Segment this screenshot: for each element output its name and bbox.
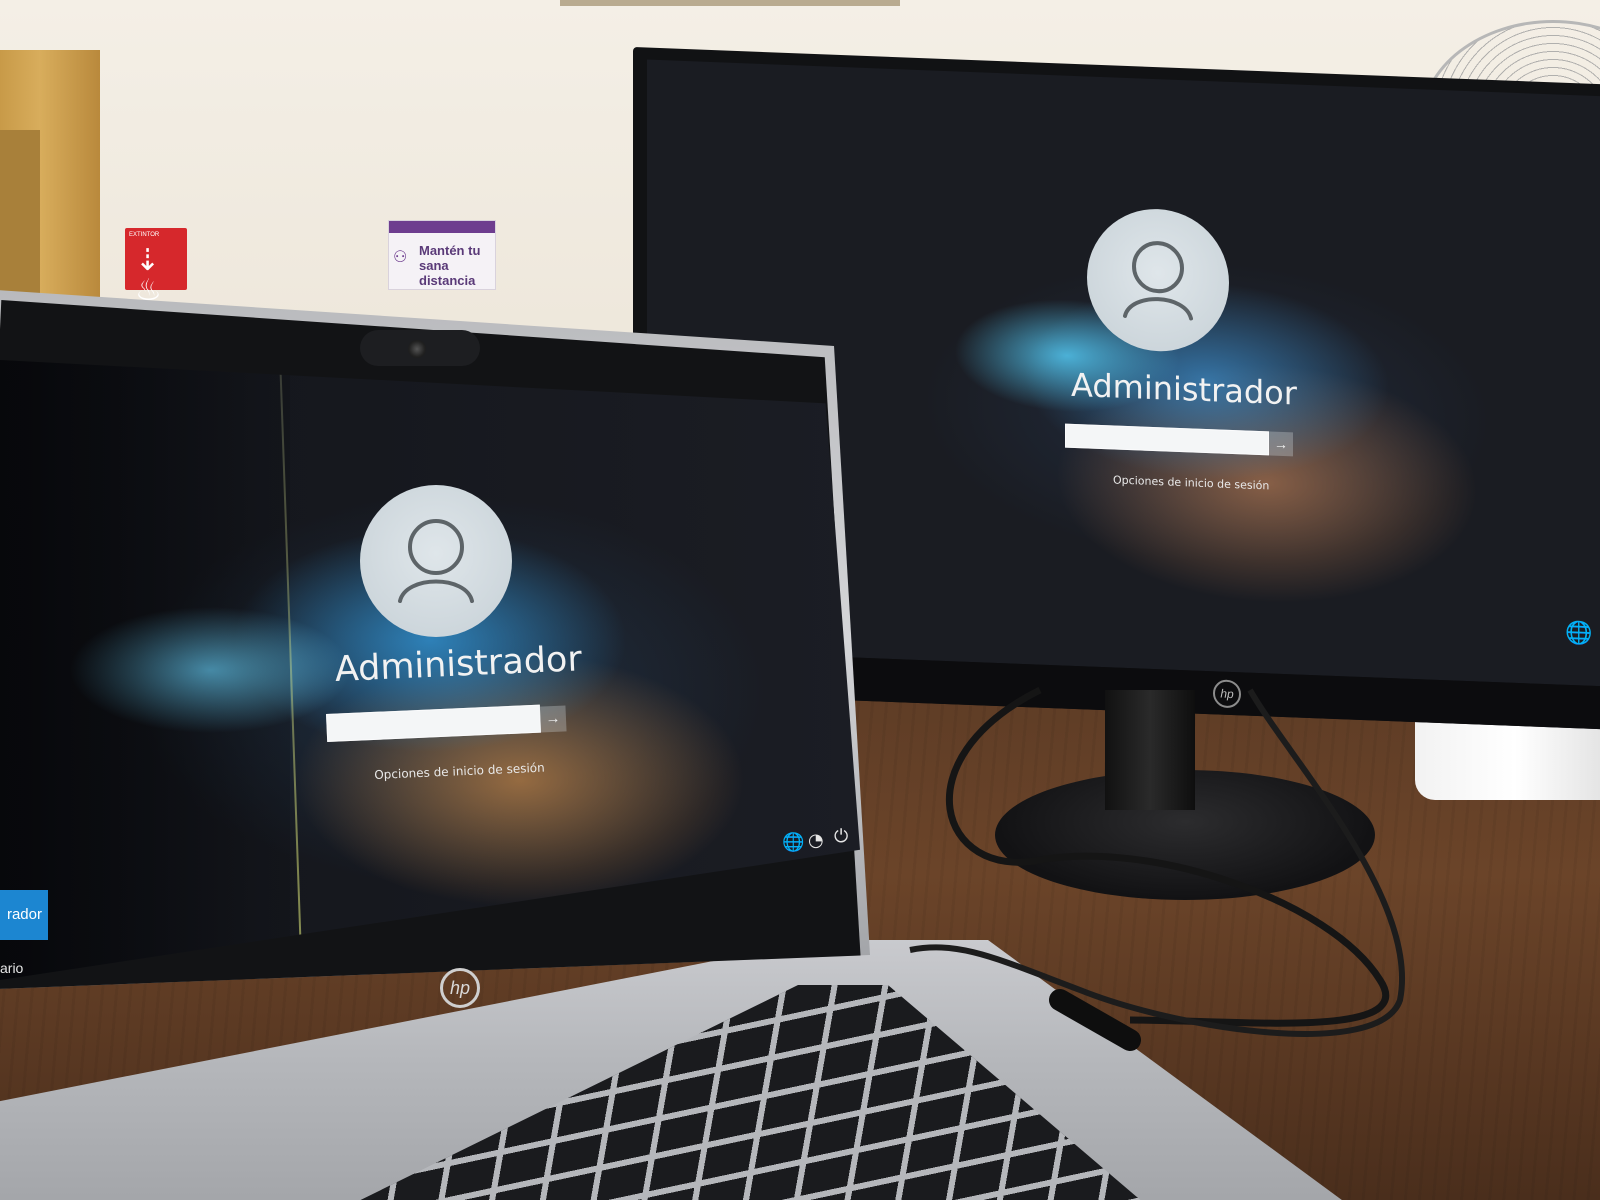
monitor-cables: [909, 686, 1405, 1051]
photo-scene: EXTINTOR ⇣♨ ⚇ Mantén tu sana distancia A…: [0, 0, 1600, 1200]
